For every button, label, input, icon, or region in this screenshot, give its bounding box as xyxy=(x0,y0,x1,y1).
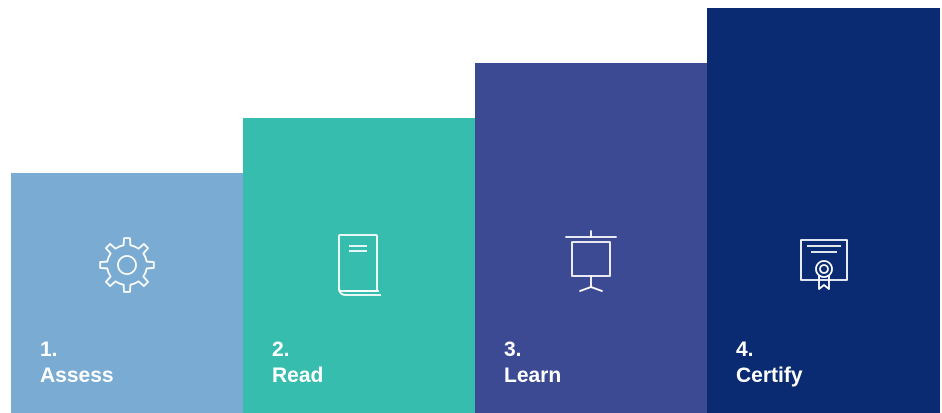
step-label: Learn xyxy=(504,364,562,387)
step-learn: 3. Learn xyxy=(475,63,707,413)
step-number: 1. xyxy=(40,338,58,361)
step-label: Read xyxy=(272,364,324,387)
step-number: 4. xyxy=(736,338,754,361)
presentation-board-icon xyxy=(551,225,631,305)
step-read: 2. Read xyxy=(243,118,475,413)
step-label: Assess xyxy=(40,364,114,387)
step-assess: 1. Assess xyxy=(11,173,243,413)
book-icon xyxy=(319,225,399,305)
step-number: 2. xyxy=(272,338,290,361)
step-certify: 4. Certify xyxy=(707,8,940,413)
step-label: Certify xyxy=(736,364,803,387)
certificate-icon xyxy=(784,225,864,305)
step-number: 3. xyxy=(504,338,522,361)
gear-icon xyxy=(87,225,167,305)
